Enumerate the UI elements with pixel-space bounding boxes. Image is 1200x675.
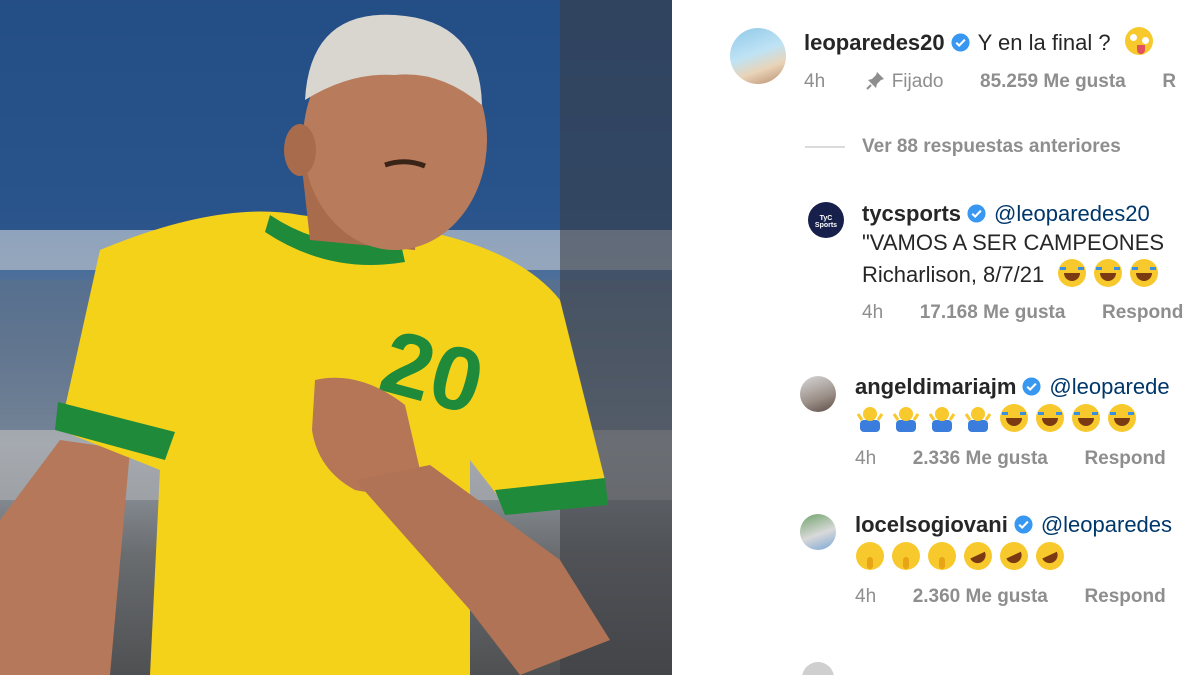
reply-angeldimariajm-meta: 4h 2.336 Me gusta Respond (855, 448, 1166, 470)
reply-button[interactable]: R (1162, 71, 1176, 92)
tears-of-joy-emoji (1072, 404, 1100, 432)
verified-icon (1014, 515, 1033, 534)
comments-panel: leoparedes20 Y en la final ? 4h Fijado 85… (678, 0, 1200, 675)
reply-locelsogiovani-meta: 4h 2.360 Me gusta Respond (855, 586, 1166, 608)
verified-icon (967, 204, 986, 223)
like-count[interactable]: 17.168 Me gusta (920, 302, 1066, 323)
tycsports-avatar[interactable]: TyC Sports (808, 202, 844, 238)
like-count[interactable]: 2.336 Me gusta (913, 448, 1048, 469)
pinned-label: Fijado (891, 71, 944, 92)
comment-time: 4h (855, 448, 877, 469)
tears-of-joy-emoji (1130, 259, 1159, 287)
pinned-comment-text: Y en la final ? (977, 30, 1111, 55)
mention-link[interactable]: @leoparede (1049, 374, 1169, 399)
tears-of-joy-emoji (1108, 404, 1136, 432)
view-replies-label: Ver 88 respuestas anteriores (862, 136, 1121, 157)
next-comment-avatar[interactable] (802, 662, 834, 675)
post-photo: 20 (0, 0, 672, 675)
reply-button[interactable]: Respond (1102, 302, 1183, 323)
username-locelsogiovani[interactable]: locelsogiovani (855, 512, 1008, 537)
person-shrugging-emoji (892, 407, 920, 432)
comment-time: 4h (862, 302, 884, 323)
mention-link[interactable]: @leoparedes20 (994, 201, 1150, 226)
shushing-face-emoji (856, 542, 884, 570)
pin-icon (865, 72, 884, 90)
username-leoparedes20[interactable]: leoparedes20 (804, 30, 945, 55)
rolling-on-floor-laughing-emoji (1031, 537, 1069, 575)
reply-tycsports-line2-text: Richarlison, 8/7/21 (862, 262, 1045, 287)
person-shrugging-emoji (856, 407, 884, 432)
reply-locelsogiovani: locelsogiovani @leoparedes (855, 512, 1172, 538)
shushing-face-emoji (892, 542, 920, 570)
zany-face-emoji (1125, 27, 1154, 55)
reply-tycsports-line1: "VAMOS A SER CAMPEONES (862, 230, 1165, 255)
shushing-face-emoji (928, 542, 956, 570)
verified-icon (951, 33, 970, 52)
reply-angeldimariajm-emojis (856, 404, 1144, 432)
pinned-comment-meta: 4h Fijado 85.259 Me gusta R (804, 70, 1176, 93)
tears-of-joy-emoji (1000, 404, 1028, 432)
verified-icon (1022, 377, 1041, 396)
rolling-on-floor-laughing-emoji (959, 537, 997, 575)
tycsports-avatar-text: TyC Sports (814, 215, 838, 229)
locelsogiovani-avatar[interactable] (800, 514, 836, 550)
username-angeldimariajm[interactable]: angeldimariajm (855, 374, 1016, 399)
comment-time: 4h (855, 586, 877, 607)
player-illustration: 20 (0, 0, 672, 675)
like-count[interactable]: 2.360 Me gusta (913, 586, 1048, 607)
tears-of-joy-emoji (1036, 404, 1064, 432)
reply-tycsports-line2: Richarlison, 8/7/21 (862, 259, 1166, 288)
username-tycsports[interactable]: tycsports (862, 201, 961, 226)
tears-of-joy-emoji (1094, 259, 1123, 287)
like-count[interactable]: 85.259 Me gusta (980, 71, 1126, 92)
reply-locelsogiovani-emojis (856, 537, 1072, 575)
reply-button[interactable]: Respond (1084, 448, 1165, 469)
reply-tycsports-meta: 4h 17.168 Me gusta Respond (862, 302, 1183, 324)
reply-tycsports: tycsports @leoparedes20 (862, 201, 1150, 227)
view-previous-replies[interactable]: Ver 88 respuestas anteriores (862, 136, 1121, 158)
rolling-on-floor-laughing-emoji (995, 537, 1033, 575)
comment-time: 4h (804, 71, 826, 92)
angeldimariajm-avatar[interactable] (800, 376, 836, 412)
reply-angeldimariajm: angeldimariajm @leoparede (855, 374, 1170, 400)
replies-divider (805, 146, 845, 148)
tears-of-joy-emoji (1058, 259, 1087, 287)
reply-button[interactable]: Respond (1084, 586, 1165, 607)
person-shrugging-emoji (964, 407, 992, 432)
mention-link[interactable]: @leoparedes (1041, 512, 1172, 537)
person-shrugging-emoji (928, 407, 956, 432)
pinned-comment: leoparedes20 Y en la final ? (804, 27, 1161, 56)
leoparedes20-avatar[interactable] (730, 28, 786, 84)
